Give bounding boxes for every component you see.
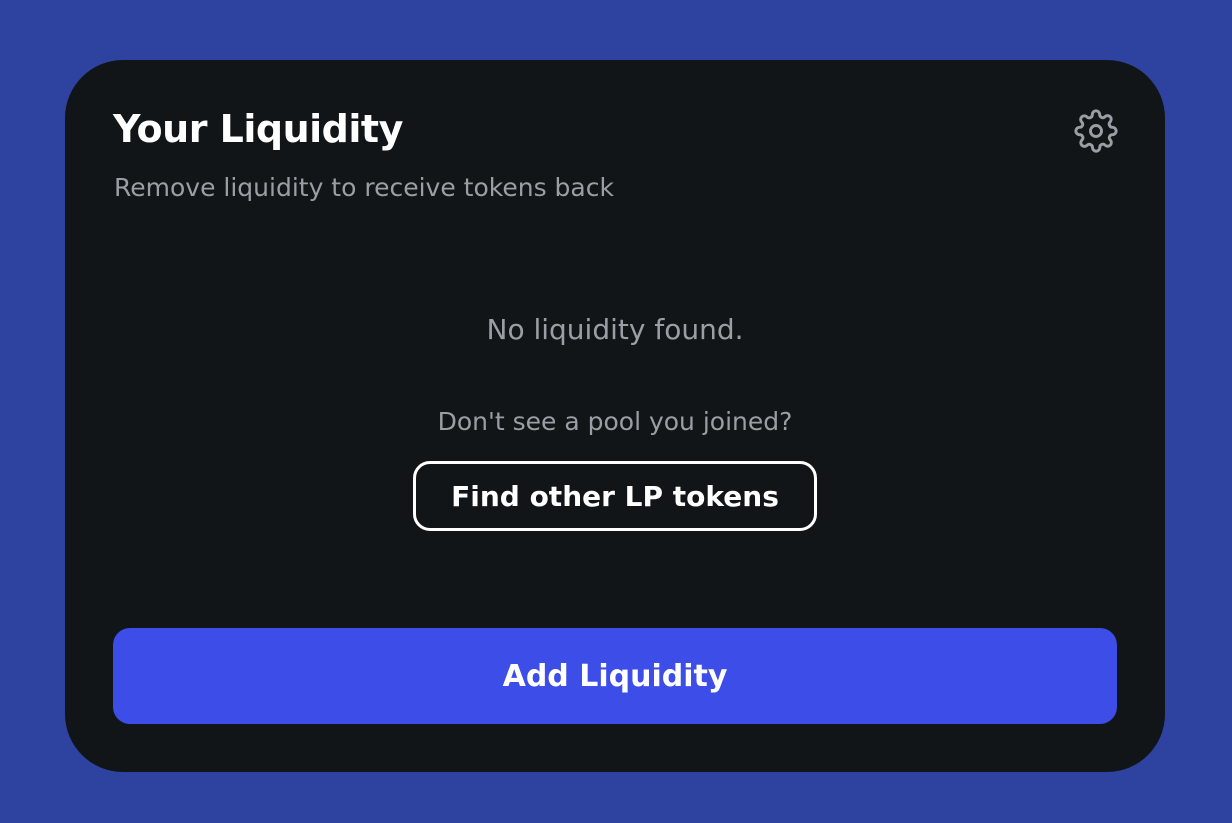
page-subtitle: Remove liquidity to receive tokens back <box>114 173 614 202</box>
liquidity-card: Your Liquidity Remove liquidity to recei… <box>65 60 1165 772</box>
settings-button[interactable] <box>1072 107 1120 155</box>
empty-state-message: No liquidity found. <box>486 313 744 346</box>
find-lp-tokens-button[interactable]: Find other LP tokens <box>413 461 817 531</box>
add-liquidity-button[interactable]: Add Liquidity <box>113 628 1117 724</box>
gear-icon <box>1074 109 1118 153</box>
pool-hint-text: Don't see a pool you joined? <box>437 407 793 436</box>
page-title: Your Liquidity <box>113 107 403 151</box>
